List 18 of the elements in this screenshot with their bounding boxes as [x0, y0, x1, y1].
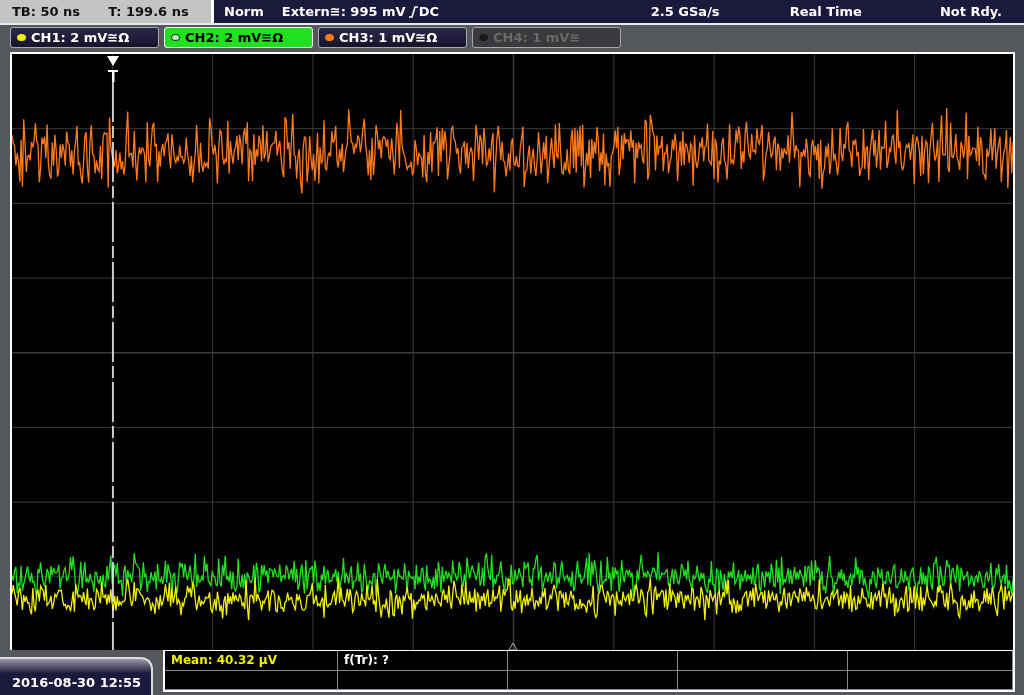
measurement-cell: Mean: 40.32 µV — [165, 651, 338, 671]
date-time-label: 2016-08-30 12:55 — [0, 657, 153, 695]
trigger-coupling-label: DC — [418, 4, 439, 19]
acquisition-mode-label: Real Time — [789, 4, 862, 19]
channel-button[interactable]: CH1: 2 mV≅Ω — [10, 27, 159, 48]
trigger-marker-icon — [107, 56, 119, 82]
channel-dot-icon — [171, 34, 180, 41]
rising-edge-icon — [408, 5, 418, 18]
channel-button[interactable]: CH2: 2 mV≅Ω — [164, 27, 313, 48]
acquisition-state-label: Not Rdy. — [939, 4, 1002, 19]
channel-button[interactable]: CH3: 1 mV≅Ω — [318, 27, 467, 48]
trigger-source-label: Extern≅: 995 mV — [281, 4, 406, 19]
timebase-label: TB: 50 ns — [12, 4, 81, 19]
measurement-cell: f(Tr): ? — [338, 651, 508, 671]
trigger-mode-label: Norm — [224, 4, 264, 19]
sample-rate-label: 2.5 GSa/s — [650, 4, 720, 19]
trigger-time-label: T: 199.6 ns — [108, 4, 189, 19]
trigger-level-marker-icon — [508, 642, 518, 650]
